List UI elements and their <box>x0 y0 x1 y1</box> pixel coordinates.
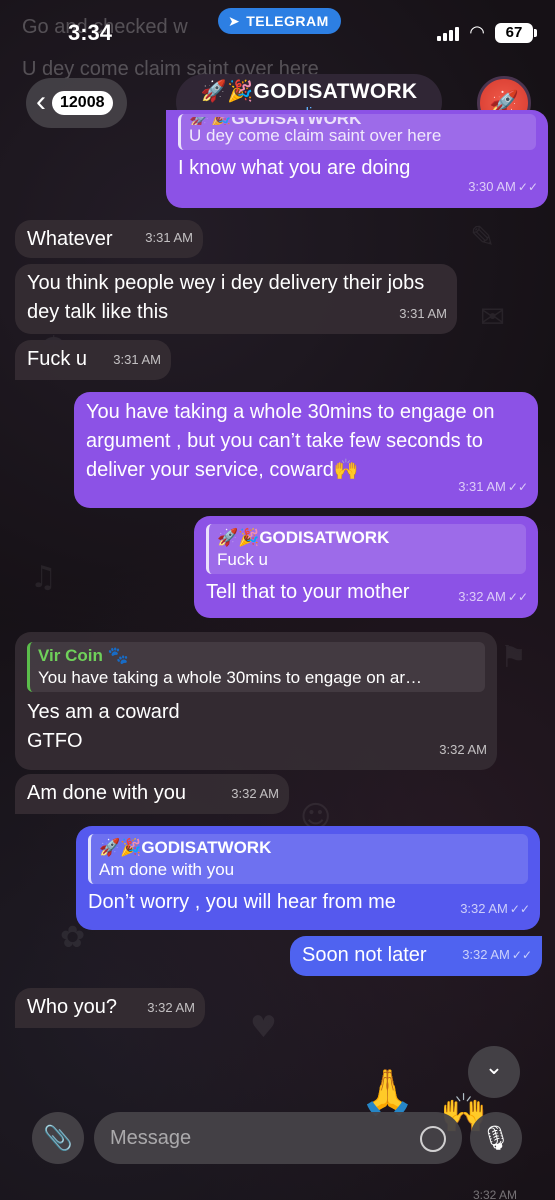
outgoing-message[interactable]: Soon not later 3:32 AM ✓✓ <box>290 936 542 976</box>
message-meta: 3:32 AM <box>147 993 195 1022</box>
message-meta: 3:32 AM ✓✓ <box>460 894 530 924</box>
reply-text: Fuck u <box>217 550 269 569</box>
message-time: 3:32 AM <box>458 589 506 604</box>
message-time: 3:32 AM <box>460 901 508 916</box>
reply-text: U dey come claim saint over here <box>189 126 442 145</box>
incoming-message[interactable]: Am done with you 3:32 AM <box>15 774 289 814</box>
double-check-icon: ✓✓ <box>507 480 528 494</box>
message-text-line: GTFO <box>27 730 83 752</box>
partial-message-time: 3:32 AM <box>472 1188 517 1200</box>
message-text: Fuck u <box>27 348 88 370</box>
outgoing-message[interactable]: 🚀🎉GODISATWORK Am done with you Don’t wor… <box>76 826 540 930</box>
ghost-message-text: Go and checked w <box>22 16 188 38</box>
reply-text: Am done with you <box>99 860 235 879</box>
message-text: You think people wey i dey delivery thei… <box>27 272 425 323</box>
outgoing-message[interactable]: 🚀🎉GODISATWORK U dey come claim saint ove… <box>166 110 548 208</box>
message-meta: 3:32 AM <box>231 779 279 808</box>
reply-preview[interactable]: 🚀🎉GODISATWORK Fuck u <box>206 524 526 574</box>
message-meta: 3:31 AM <box>113 345 161 374</box>
incoming-message[interactable]: Who you? 3:32 AM <box>15 988 205 1028</box>
paper-plane-icon: ➤ <box>228 12 241 29</box>
reply-author: 🚀🎉GODISATWORK <box>99 838 272 857</box>
message-meta: 3:31 AM <box>399 299 447 328</box>
message-text: Whatever <box>27 228 113 250</box>
message-text: Soon not later <box>302 944 427 966</box>
chevron-left-icon: ‹ <box>36 84 46 118</box>
message-time: 3:31 AM <box>145 230 193 245</box>
message-time: 3:32 AM <box>439 742 487 757</box>
message-time: 3:31 AM <box>399 306 447 321</box>
incoming-message[interactable]: Vir Coin 🐾 You have taking a whole 30min… <box>15 632 497 770</box>
cellular-signal-icon <box>437 25 460 41</box>
double-check-icon: ✓✓ <box>511 948 532 962</box>
message-time: 3:32 AM <box>231 786 279 801</box>
message-time: 3:31 AM <box>113 352 161 367</box>
wifi-icon: ◠ <box>469 22 485 42</box>
battery-icon: 67 <box>495 22 537 43</box>
message-time: 3:30 AM <box>468 179 516 194</box>
message-time: 3:32 AM <box>147 1000 195 1015</box>
incoming-message[interactable]: Whatever 3:31 AM <box>15 220 203 258</box>
doodle-icon: ✎ <box>470 220 496 255</box>
reply-author: 🚀🎉GODISATWORK <box>189 117 528 125</box>
voice-message-button[interactable]: 🎙 <box>470 1112 522 1164</box>
double-check-icon: ✓✓ <box>507 590 528 604</box>
reply-preview[interactable]: Vir Coin 🐾 You have taking a whole 30min… <box>27 642 485 692</box>
doodle-icon: ✉ <box>480 300 506 335</box>
message-meta: 3:32 AM ✓✓ <box>462 940 532 970</box>
message-meta: 3:32 AM <box>439 735 487 764</box>
message-time: 3:31 AM <box>458 479 506 494</box>
incoming-message[interactable]: You think people wey i dey delivery thei… <box>15 264 457 334</box>
praying-hands-sticker[interactable]: 🙏 <box>360 1066 415 1118</box>
unread-count-badge: 12008 <box>52 91 113 115</box>
scroll-to-bottom-button[interactable]: ⌄ <box>468 1046 520 1098</box>
reply-author: 🚀🎉GODISATWORK <box>217 528 390 547</box>
message-input[interactable] <box>94 1112 462 1164</box>
message-meta: 3:31 AM <box>145 223 193 252</box>
microphone-icon: 🎙 <box>480 1124 512 1152</box>
reply-author: Vir Coin 🐾 <box>38 646 129 665</box>
incoming-message[interactable]: Fuck u 3:31 AM <box>15 340 171 380</box>
message-time: 3:32 AM <box>462 947 510 962</box>
doodle-icon: ♥ <box>250 1010 277 1045</box>
reply-text: You have taking a whole 30mins to engage… <box>38 668 423 687</box>
message-text: Who you? <box>27 996 118 1018</box>
telegram-pill-label: TELEGRAM <box>246 13 329 29</box>
paperclip-icon: 📎 <box>43 1124 73 1152</box>
outgoing-message[interactable]: 🚀🎉GODISATWORK Fuck u Tell that to your m… <box>194 516 538 618</box>
sticker-icon[interactable] <box>420 1126 446 1152</box>
reply-preview[interactable]: 🚀🎉GODISATWORK U dey come claim saint ove… <box>178 114 536 150</box>
telegram-pill[interactable]: ➤ TELEGRAM <box>218 8 341 34</box>
message-meta: 3:31 AM ✓✓ <box>458 472 528 502</box>
attach-button[interactable]: 📎 <box>32 1112 84 1164</box>
doodle-icon: ♫ <box>30 560 57 595</box>
message-meta: 3:30 AM ✓✓ <box>468 172 538 202</box>
double-check-icon: ✓✓ <box>509 902 530 916</box>
doodle-icon: ⚑ <box>500 640 527 675</box>
back-button[interactable]: ‹ 12008 <box>26 78 127 128</box>
reply-preview[interactable]: 🚀🎉GODISATWORK Am done with you <box>88 834 528 884</box>
message-text-line: Yes am a coward <box>27 701 180 723</box>
chevron-down-icon: ⌄ <box>484 1054 504 1079</box>
outgoing-message[interactable]: You have taking a whole 30mins to engage… <box>74 392 538 508</box>
message-text: Am done with you <box>27 782 186 804</box>
chat-title: 🚀🎉GODISATWORK <box>200 80 418 103</box>
message-meta: 3:32 AM ✓✓ <box>458 582 528 612</box>
status-indicators: ◠ 67 <box>437 22 537 43</box>
double-check-icon: ✓✓ <box>517 180 538 194</box>
